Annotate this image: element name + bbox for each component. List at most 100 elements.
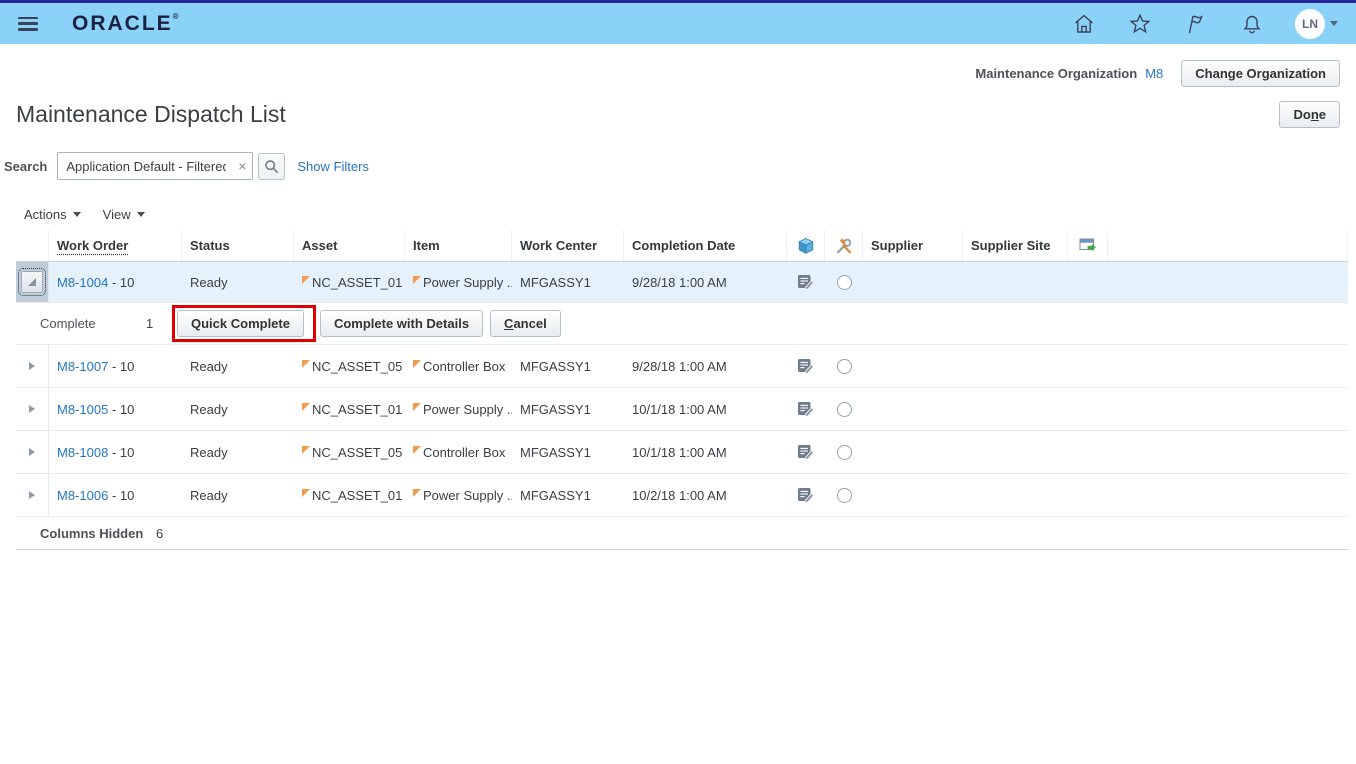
work-order-link[interactable]: M8-1008 [57, 445, 108, 460]
radio-indicator[interactable] [836, 358, 852, 374]
completion-date-cell: 9/28/18 1:00 AM [632, 274, 727, 290]
row-expander-cell [16, 262, 49, 302]
completion-date-cell: 10/2/18 1:00 AM [632, 487, 727, 503]
expand-row-button[interactable] [29, 448, 35, 456]
radio-indicator[interactable] [836, 487, 852, 503]
expanded-triangle-icon [28, 278, 36, 286]
note-edit-icon[interactable] [787, 401, 825, 417]
status-cell: Ready [190, 274, 228, 290]
radio-indicator[interactable] [836, 401, 852, 417]
work-center-cell: MFGASSY1 [520, 401, 591, 417]
radio-indicator[interactable] [836, 274, 852, 290]
work-order-suffix: - 10 [111, 274, 135, 290]
maintenance-organization-value[interactable]: M8 [1145, 66, 1163, 81]
item-cell: Power Supply ... [423, 401, 512, 417]
table-footer: Columns Hidden 6 [16, 517, 1348, 550]
column-header-supplier-site[interactable]: Supplier Site [963, 230, 1068, 261]
table-row[interactable]: M8-1007 - 10 Ready NC_ASSET_05 Controlle… [16, 345, 1348, 388]
column-header-work-order[interactable]: Work Order [57, 238, 128, 253]
status-cell: Ready [190, 444, 228, 460]
run-search-button[interactable] [258, 152, 286, 180]
status-cell: Ready [190, 358, 228, 374]
maintenance-organization-label: Maintenance Organization [975, 66, 1138, 81]
search-label: Search [4, 158, 48, 174]
org-context-bar: Maintenance Organization M8 Change Organ… [0, 44, 1356, 87]
menu-icon[interactable] [18, 16, 38, 31]
chevron-down-icon [1330, 21, 1338, 26]
complete-with-details-button[interactable]: Complete with Details [319, 310, 484, 337]
change-organization-button[interactable]: Change Organization [1181, 60, 1340, 87]
chevron-down-icon [72, 212, 81, 217]
column-header-work-center[interactable]: Work Center [512, 230, 624, 261]
note-edit-icon[interactable] [787, 444, 825, 460]
column-header-supplier[interactable]: Supplier [863, 230, 963, 261]
column-header-item[interactable]: Item [405, 230, 512, 261]
work-order-link[interactable]: M8-1004 [57, 275, 108, 290]
search-bar: Search × Show Filters [0, 128, 1356, 180]
radio-indicator[interactable] [836, 444, 852, 460]
work-order-link[interactable]: M8-1007 [57, 359, 108, 374]
note-edit-icon[interactable] [787, 358, 825, 374]
expand-row-button[interactable] [29, 491, 35, 499]
work-order-suffix: - 10 [111, 401, 135, 417]
note-edit-icon[interactable] [787, 487, 825, 503]
column-header-status[interactable]: Status [182, 230, 294, 261]
flag-icon [302, 359, 310, 368]
asset-cell: NC_ASSET_01 [312, 487, 403, 503]
done-button[interactable]: Done [1279, 101, 1340, 128]
user-menu[interactable]: LN [1295, 8, 1338, 39]
flag-icon [413, 488, 421, 497]
flag-icon [413, 445, 421, 454]
table-row[interactable]: M8-1008 - 10 Ready NC_ASSET_05 Controlle… [16, 431, 1348, 474]
asset-cell: NC_ASSET_05 [312, 358, 403, 374]
flag-icon [413, 402, 421, 411]
expand-row-button[interactable] [29, 405, 35, 413]
view-menu[interactable]: View [103, 207, 145, 222]
clear-search-icon[interactable]: × [238, 159, 246, 173]
search-icon [265, 159, 279, 173]
home-icon[interactable] [1071, 11, 1097, 37]
item-cell: Controller Box [423, 444, 506, 460]
flag-icon [413, 275, 421, 284]
asset-cell: NC_ASSET_01 [312, 401, 403, 417]
columns-hidden-label: Columns Hidden [40, 525, 144, 541]
asset-cell: NC_ASSET_05 [312, 444, 403, 460]
avatar[interactable]: LN [1295, 8, 1325, 39]
column-header-tools-icon [825, 230, 863, 261]
work-center-cell: MFGASSY1 [520, 487, 591, 503]
table-row[interactable]: M8-1005 - 10 Ready NC_ASSET_01 Power Sup… [16, 388, 1348, 431]
table-header-row: Work Order Status Asset Item Work Center… [16, 230, 1348, 262]
registered-mark: ® [172, 11, 181, 21]
table-toolbar: Actions View [0, 180, 1356, 228]
item-cell: Power Supply ... [423, 487, 512, 503]
work-order-link[interactable]: M8-1005 [57, 402, 108, 417]
expand-row-button[interactable] [29, 362, 35, 370]
flag-icon [302, 445, 310, 454]
column-header-asset[interactable]: Asset [294, 230, 405, 261]
favorites-star-icon[interactable] [1127, 11, 1153, 37]
saved-search-input[interactable] [57, 152, 254, 180]
flag-watchlist-icon[interactable] [1183, 11, 1209, 37]
columns-hidden-count: 6 [156, 525, 164, 541]
complete-label: Complete [40, 316, 96, 331]
column-header-completion-date[interactable]: Completion Date [624, 230, 787, 261]
complete-panel: Complete 1 Quick Complete Complete with … [16, 303, 1348, 345]
table-row[interactable]: M8-1006 - 10 Ready NC_ASSET_01 Power Sup… [16, 474, 1348, 517]
work-order-link[interactable]: M8-1006 [57, 488, 108, 503]
actions-menu[interactable]: Actions [24, 207, 81, 222]
work-order-suffix: - 10 [111, 444, 135, 460]
collapse-row-button[interactable] [18, 268, 46, 296]
completion-date-cell: 10/1/18 1:00 AM [632, 444, 727, 460]
show-filters-link[interactable]: Show Filters [297, 159, 369, 174]
completion-date-cell: 10/1/18 1:00 AM [632, 401, 727, 417]
dispatch-list-table: Work Order Status Asset Item Work Center… [16, 230, 1348, 550]
table-row[interactable]: M8-1004 - 10 Ready NC_ASSET_01 Power Sup… [16, 262, 1348, 303]
note-edit-icon[interactable] [787, 274, 825, 290]
item-cell: Power Supply ... [423, 274, 512, 290]
notifications-bell-icon[interactable] [1239, 11, 1265, 37]
flag-icon [302, 275, 310, 284]
cancel-button[interactable]: Cancel [490, 310, 561, 337]
page-title: Maintenance Dispatch List [16, 101, 286, 127]
work-center-cell: MFGASSY1 [520, 274, 591, 290]
quick-complete-button[interactable]: Quick Complete [177, 310, 304, 337]
